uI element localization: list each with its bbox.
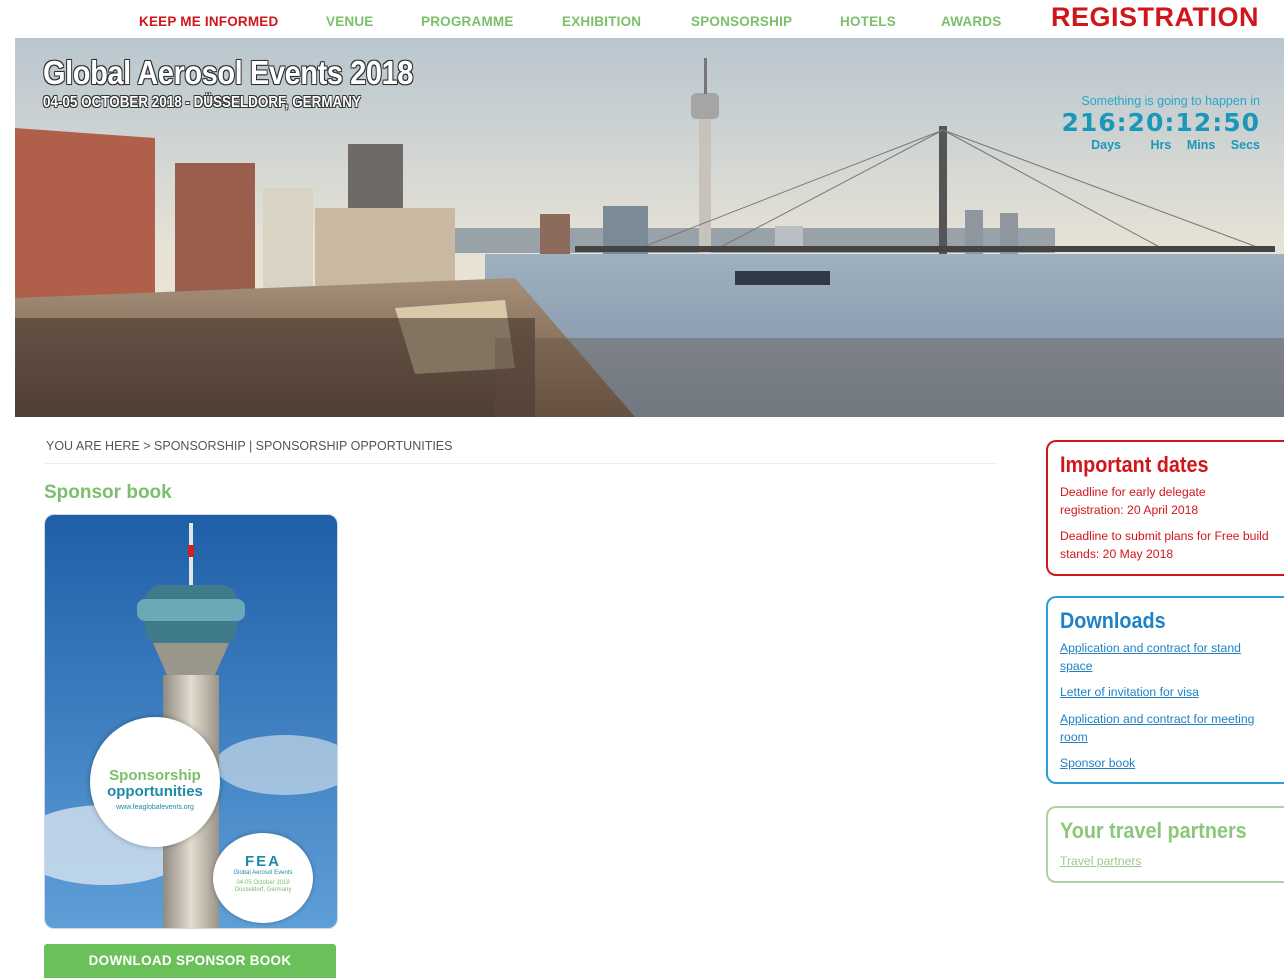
countdown-unit-hrs: Hrs — [1150, 138, 1172, 152]
fea-logo-text: FEA — [245, 853, 281, 870]
countdown-unit-days: Days — [1091, 138, 1122, 152]
sponsor-book-cover[interactable]: Sponsorship opportunities www.feaglobale… — [44, 514, 338, 929]
book-event-place: Düsseldorf, Germany — [234, 887, 292, 893]
countdown-value: 216:20:12:50 — [1061, 108, 1260, 137]
travel-partners-panel: Your travel partners Travel partners — [1046, 806, 1284, 883]
nav-venue[interactable]: VENUE — [326, 14, 374, 29]
travel-partners-link[interactable]: Travel partners — [1060, 852, 1272, 870]
hero-title: Global Aerosol Events 2018 — [43, 54, 413, 91]
top-navigation: KEEP ME INFORMED VENUE PROGRAMME EXHIBIT… — [0, 0, 1284, 38]
download-link-sponsor-book[interactable]: Sponsor book — [1060, 754, 1272, 772]
countdown-unit-mins: Mins — [1186, 138, 1216, 152]
nav-keep-me-informed[interactable]: KEEP ME INFORMED — [139, 14, 278, 29]
fea-logo: FEA Global Aerosol Events 04-05 October … — [213, 833, 313, 923]
download-link-visa-letter[interactable]: Letter of invitation for visa — [1060, 683, 1272, 701]
book-event-dates: 04-05 October 2018 — [236, 880, 290, 886]
download-link-meeting-room[interactable]: Application and contract for meeting roo… — [1060, 710, 1272, 746]
travel-partners-title: Your travel partners — [1060, 818, 1247, 843]
countdown-timer: Something is going to happen in 216:20:1… — [1061, 94, 1260, 152]
downloads-title: Downloads — [1060, 608, 1166, 633]
countdown-unit-secs: Secs — [1230, 138, 1260, 152]
downloads-panel: Downloads Application and contract for s… — [1046, 596, 1284, 784]
nav-registration[interactable]: REGISTRATION — [1051, 2, 1259, 33]
book-title-line2: opportunities — [107, 783, 203, 800]
important-date-item: Deadline for early delegate registration… — [1060, 485, 1206, 517]
important-date-item: Deadline to submit plans for Free build … — [1060, 529, 1269, 561]
important-dates-title: Important dates — [1060, 452, 1209, 477]
download-link-stand-space[interactable]: Application and contract for stand space — [1060, 639, 1272, 675]
nav-programme[interactable]: PROGRAMME — [421, 14, 514, 29]
nav-awards[interactable]: AWARDS — [941, 14, 1001, 29]
breadcrumb: YOU ARE HERE > SPONSORSHIP | SPONSORSHIP… — [46, 439, 453, 453]
fea-logo-subtitle: Global Aerosol Events — [233, 870, 293, 876]
book-title-line1: Sponsorship — [109, 767, 201, 784]
nav-hotels[interactable]: HOTELS — [840, 14, 896, 29]
nav-exhibition[interactable]: EXHIBITION — [562, 14, 641, 29]
sponsor-book-title-badge: Sponsorship opportunities www.feaglobale… — [90, 717, 220, 847]
countdown-caption: Something is going to happen in — [1081, 94, 1260, 108]
nav-sponsorship[interactable]: SPONSORSHIP — [691, 14, 792, 29]
section-title: Sponsor book — [44, 482, 172, 503]
download-sponsor-book-button[interactable]: DOWNLOAD SPONSOR BOOK — [44, 944, 336, 978]
book-url: www.feaglobalevents.org — [116, 804, 194, 811]
hero-subtitle: 04-05 OCTOBER 2018 - DÜSSELDORF, GERMANY — [43, 94, 361, 111]
countdown-units: Days Hrs Mins Secs — [1061, 138, 1260, 152]
important-dates-panel: Important dates Deadline for early deleg… — [1046, 440, 1284, 576]
hero-banner: Global Aerosol Events 2018 04-05 OCTOBER… — [15, 38, 1284, 417]
breadcrumb-divider — [44, 463, 997, 464]
